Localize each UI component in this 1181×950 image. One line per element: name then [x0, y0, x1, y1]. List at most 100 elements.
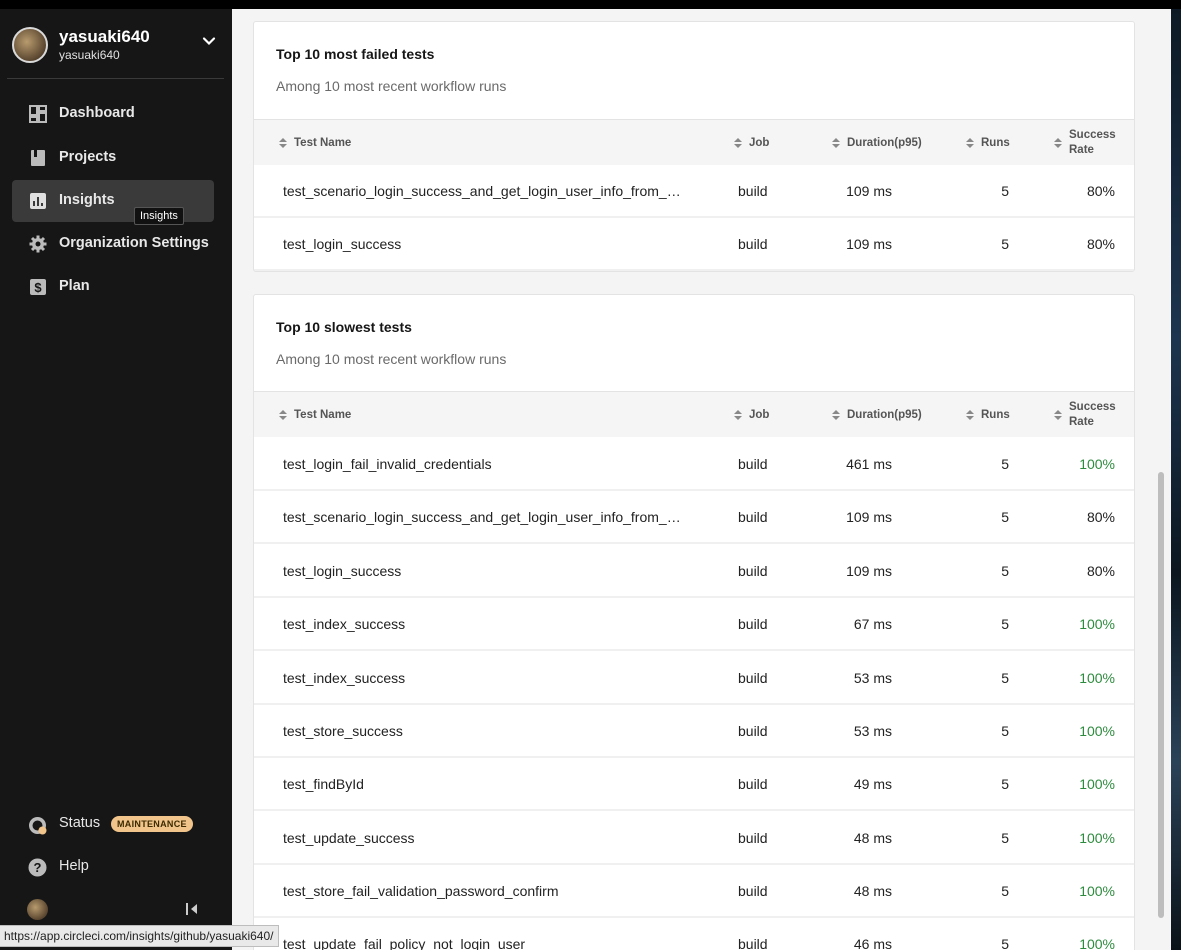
vertical-scrollbar[interactable]	[1158, 9, 1164, 950]
sidebar-item-label: Insights	[59, 192, 115, 208]
sidebar-item-projects[interactable]: Projects	[12, 137, 214, 179]
column-label: Test Name	[294, 409, 352, 421]
most-failed-tests-card: Top 10 most failed tests Among 10 most r…	[253, 21, 1135, 272]
duration: 109 ms	[846, 235, 892, 252]
test-name: test_update_fail_policy_not_login_user	[283, 935, 526, 950]
runs: 5	[1001, 829, 1009, 846]
dollar-icon: $	[30, 279, 46, 295]
slowest-tests-card: Top 10 slowest tests Among 10 most recen…	[253, 294, 1135, 950]
chevron-down-icon[interactable]	[202, 34, 216, 48]
table-row[interactable]: test_scenario_login_success_and_get_logi…	[254, 491, 1134, 544]
table-row[interactable]: test_update_fail_policy_not_login_user b…	[254, 918, 1134, 950]
test-name: test_index_success	[283, 669, 406, 686]
org-switcher[interactable]: yasuaki640 yasuaki640	[12, 27, 224, 79]
job-name: build	[738, 615, 768, 632]
success-rate: 100%	[1079, 669, 1115, 686]
main-content: Top 10 most failed tests Among 10 most r…	[232, 9, 1171, 950]
org-avatar	[12, 27, 48, 63]
status-gauge-icon	[29, 817, 47, 835]
duration: 461 ms	[846, 455, 892, 472]
success-rate: 80%	[1086, 182, 1115, 199]
duration: 53 ms	[853, 669, 892, 686]
table-row[interactable]: test_login_fail_invalid_credentials buil…	[254, 438, 1134, 491]
link-status-url: https://app.circleci.com/insights/github…	[0, 925, 280, 947]
column-success-rate[interactable]: Success Rate	[1054, 120, 1116, 166]
column-label: Duration(p95)	[847, 409, 922, 421]
column-duration[interactable]: Duration(p95)	[832, 392, 922, 438]
duration: 53 ms	[853, 722, 892, 739]
duration: 48 ms	[853, 882, 892, 899]
help-icon: ?	[28, 858, 47, 877]
column-duration[interactable]: Duration(p95)	[832, 120, 922, 166]
column-label-line: Rate	[1069, 416, 1094, 428]
duration: 109 ms	[846, 182, 892, 199]
test-name: test_scenario_login_success_and_get_logi…	[283, 182, 681, 199]
test-name: test_index_success	[283, 615, 406, 632]
success-rate: 100%	[1079, 615, 1115, 632]
success-rate: 100%	[1079, 722, 1115, 739]
runs: 5	[1001, 235, 1009, 252]
runs: 5	[1001, 935, 1009, 950]
column-label: Job	[749, 409, 770, 421]
job-name: build	[738, 508, 768, 525]
table-row[interactable]: test_findById build 49 ms 5 100%	[254, 758, 1134, 811]
column-success-rate[interactable]: Success Rate	[1054, 392, 1116, 438]
success-rate: 100%	[1079, 829, 1115, 846]
column-label: Test Name	[294, 137, 352, 149]
user-avatar[interactable]	[27, 899, 48, 920]
job-name: build	[738, 882, 768, 899]
table-row[interactable]: test_update_success build 48 ms 5 100%	[254, 812, 1134, 865]
column-runs[interactable]: Runs	[966, 392, 1010, 438]
sidebar-item-label: Dashboard	[59, 105, 135, 121]
card-title: Top 10 slowest tests	[276, 319, 412, 335]
duration: 48 ms	[853, 829, 892, 846]
scrollbar-thumb[interactable]	[1158, 472, 1164, 918]
table-row[interactable]: test_login_success build 109 ms 5 80%	[254, 545, 1134, 598]
sidebar-item-plan[interactable]: $ Plan	[12, 266, 214, 308]
table-row[interactable]: test_store_fail_validation_password_conf…	[254, 865, 1134, 918]
runs: 5	[1001, 562, 1009, 579]
test-name: test_login_fail_invalid_credentials	[283, 455, 492, 472]
test-name: test_login_success	[283, 235, 402, 252]
column-label: Success Rate	[1069, 400, 1116, 430]
sort-icon	[832, 137, 840, 149]
runs: 5	[1001, 455, 1009, 472]
table-row[interactable]: test_index_success build 53 ms 5 100%	[254, 652, 1134, 705]
runs: 5	[1001, 722, 1009, 739]
table-header: Test Name Job Duration(p95) Runs Success…	[254, 391, 1134, 438]
column-runs[interactable]: Runs	[966, 120, 1010, 166]
success-rate: 100%	[1079, 775, 1115, 792]
sidebar-item-organization-settings[interactable]: Organization Settings	[12, 223, 214, 265]
runs: 5	[1001, 508, 1009, 525]
sort-icon	[966, 137, 974, 149]
svg-text:$: $	[34, 280, 42, 295]
column-test-name[interactable]: Test Name	[279, 120, 351, 166]
test-name: test_store_success	[283, 722, 403, 739]
table-row[interactable]: test_store_success build 53 ms 5 100%	[254, 705, 1134, 758]
table-row[interactable]: test_login_success build 109 ms 5 80%	[254, 218, 1134, 271]
column-test-name[interactable]: Test Name	[279, 392, 351, 438]
success-rate: 80%	[1086, 562, 1115, 579]
maintenance-badge: MAINTENANCE	[111, 816, 193, 832]
collapse-sidebar-icon[interactable]	[185, 902, 199, 916]
sort-icon	[832, 409, 840, 421]
column-label: Runs	[981, 409, 1010, 421]
table-row[interactable]: test_scenario_login_success_and_get_logi…	[254, 165, 1134, 218]
column-job[interactable]: Job	[734, 120, 769, 166]
book-icon	[31, 150, 45, 166]
duration: 46 ms	[853, 935, 892, 950]
sidebar-item-label: Organization Settings	[59, 235, 209, 251]
card-subtitle: Among 10 most recent workflow runs	[276, 351, 507, 367]
card-title: Top 10 most failed tests	[276, 46, 435, 62]
duration: 109 ms	[846, 562, 892, 579]
table-row[interactable]: test_index_success build 67 ms 5 100%	[254, 598, 1134, 651]
success-rate: 100%	[1079, 455, 1115, 472]
duration: 109 ms	[846, 508, 892, 525]
runs: 5	[1001, 669, 1009, 686]
sidebar: yasuaki640 yasuaki640 Dashboard Projects…	[0, 9, 232, 950]
runs: 5	[1001, 615, 1009, 632]
chart-icon	[30, 193, 46, 209]
column-job[interactable]: Job	[734, 392, 769, 438]
column-label: Success Rate	[1069, 128, 1116, 158]
sidebar-item-dashboard[interactable]: Dashboard	[12, 93, 214, 135]
